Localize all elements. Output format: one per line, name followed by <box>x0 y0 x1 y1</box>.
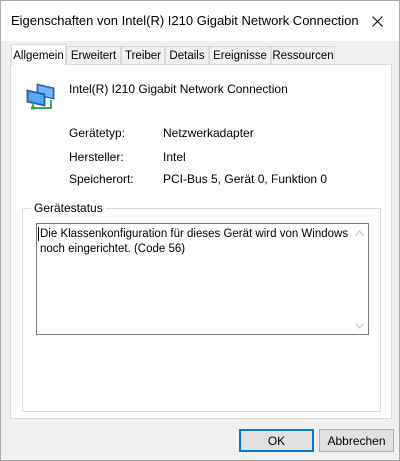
location-value: PCI-Bus 5, Gerät 0, Funktion 0 <box>163 172 328 186</box>
scroll-up-button[interactable] <box>351 224 368 241</box>
tab-details[interactable]: Details <box>165 46 209 65</box>
device-type-value: Netzwerkadapter <box>163 126 254 140</box>
device-name: Intel(R) I210 Gigabit Network Connection <box>69 82 288 96</box>
title-bar[interactable]: Eigenschaften von Intel(R) I210 Gigabit … <box>1 1 399 41</box>
tab-ressourcen[interactable]: Ressourcen <box>271 46 335 65</box>
close-button[interactable] <box>355 1 399 41</box>
tab-allgemein[interactable]: Allgemein <box>11 44 66 66</box>
device-type-label: Gerätetyp: <box>69 126 126 140</box>
text-caret <box>38 227 39 241</box>
tab-treiber[interactable]: Treiber <box>121 46 165 65</box>
cancel-button[interactable]: Abbrechen <box>319 429 394 452</box>
status-scrollbar[interactable] <box>351 224 368 334</box>
device-status-label: Gerätestatus <box>31 201 106 215</box>
ok-button[interactable]: OK <box>239 429 314 452</box>
chevron-down-icon <box>355 322 364 329</box>
general-tab-panel: Intel(R) I210 Gigabit Network Connection… <box>10 64 392 419</box>
properties-dialog: Eigenschaften von Intel(R) I210 Gigabit … <box>0 0 400 461</box>
tab-erweitert[interactable]: Erweitert <box>66 46 121 65</box>
location-label: Speicherort: <box>69 172 134 186</box>
window-title: Eigenschaften von Intel(R) I210 Gigabit … <box>11 13 359 28</box>
network-adapter-icon <box>26 83 55 110</box>
manufacturer-label: Hersteller: <box>69 150 124 164</box>
device-status-textbox[interactable]: Die Klassenkonfiguration für dieses Gerä… <box>36 223 369 335</box>
manufacturer-value: Intel <box>163 150 186 164</box>
tab-ereignisse[interactable]: Ereignisse <box>209 46 271 65</box>
scroll-down-button[interactable] <box>351 317 368 334</box>
close-icon <box>371 15 383 27</box>
device-status-text: Die Klassenkonfiguration für dieses Gerä… <box>40 228 349 255</box>
device-status-group: Gerätestatus Die Klassenkonfiguration fü… <box>22 201 381 412</box>
chevron-up-icon <box>355 229 364 236</box>
